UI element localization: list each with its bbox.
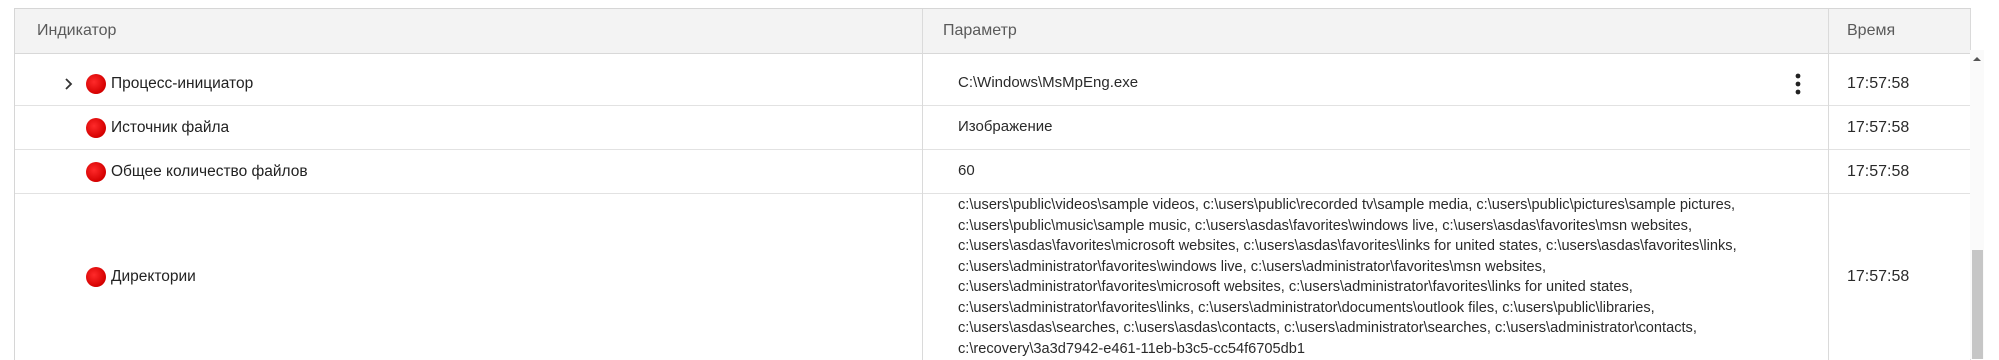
time-cell: 17:57:58: [1847, 162, 1910, 180]
parameter-cell: Изображение: [958, 118, 1053, 136]
parameter-cell: C:\Windows\MsMpEng.exe: [958, 74, 1139, 92]
time-cell: 17:57:58: [1847, 118, 1910, 136]
table-row[interactable]: Директории c:\users\public\videos\sample…: [15, 194, 1971, 360]
column-header-indicator[interactable]: Индикатор: [37, 9, 116, 53]
indicator-label: Директории: [111, 268, 196, 285]
table-row[interactable]: Процесс-инициатор C:\Windows\MsMpEng.exe…: [15, 62, 1971, 106]
scrollbar-thumb[interactable]: [1972, 250, 1983, 359]
column-divider: [1828, 9, 1829, 360]
parameter-cell: 60: [958, 162, 975, 180]
indicator-label: Источник файла: [111, 118, 230, 136]
indicators-table: Индикатор Параметр Время Процесс-инициат…: [14, 8, 1971, 360]
time-cell: 17:57:58: [1847, 268, 1910, 285]
indicator-label: Общее количество файлов: [111, 162, 308, 180]
table-header: Индикатор Параметр Время: [15, 9, 1971, 54]
indicator-cell: Процесс-инициатор: [15, 62, 920, 105]
status-dot-icon: [86, 267, 106, 287]
column-header-time[interactable]: Время: [1847, 9, 1895, 53]
time-cell: 17:57:58: [1847, 74, 1910, 92]
status-dot-icon: [86, 117, 106, 138]
indicator-cell: Общее количество файлов: [15, 150, 920, 193]
more-vertical-icon[interactable]: [1795, 62, 1801, 105]
arrow-up-icon[interactable]: [1971, 52, 1983, 64]
status-dot-icon: [86, 73, 106, 94]
indicator-cell: Директории: [15, 194, 920, 360]
chevron-right-icon[interactable]: [61, 76, 77, 92]
indicator-label: Процесс-инициатор: [111, 74, 254, 92]
parameter-cell: c:\users\public\videos\sample videos, c:…: [958, 197, 1737, 357]
indicator-cell: Источник файла: [15, 106, 920, 149]
table-row[interactable]: Общее количество файлов 60 17:57:58: [15, 150, 1971, 194]
table-top-spacer: [14, 0, 1970, 8]
column-header-parameter[interactable]: Параметр: [943, 9, 1017, 53]
table-row[interactable]: Источник файла Изображение 17:57:58: [15, 106, 1971, 150]
status-dot-icon: [86, 161, 106, 182]
column-divider: [922, 9, 923, 360]
